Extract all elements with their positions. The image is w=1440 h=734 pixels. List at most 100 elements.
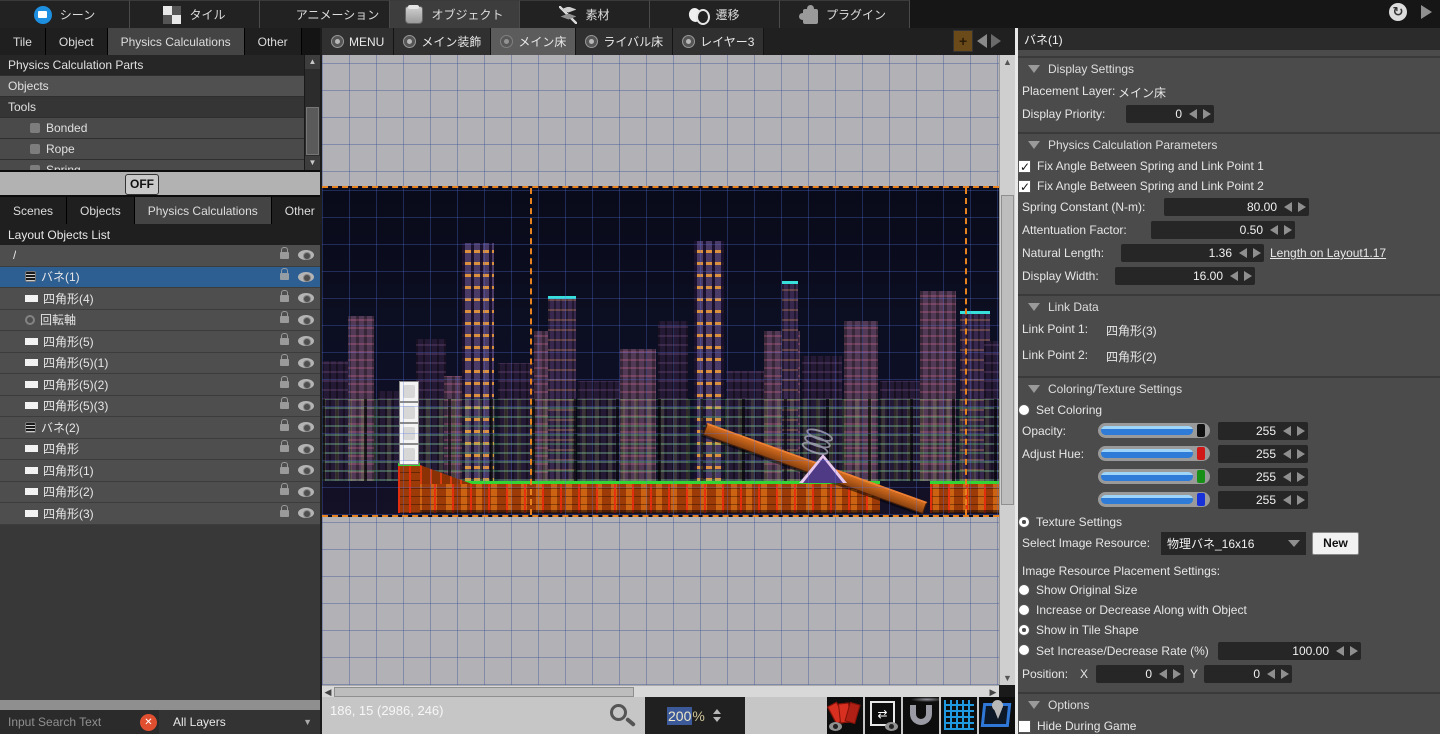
menu-tile[interactable]: タイル bbox=[130, 0, 260, 28]
layer-tab-メイン装飾[interactable]: メイン装飾 bbox=[394, 28, 491, 55]
lock-icon[interactable] bbox=[280, 402, 289, 409]
layout-object-row[interactable]: 四角形(5) bbox=[0, 331, 320, 353]
eye-icon[interactable] bbox=[298, 465, 314, 475]
scroll-up-icon[interactable]: ▲ bbox=[1000, 55, 1015, 69]
attenuation-input[interactable]: 0.50 bbox=[1151, 221, 1295, 239]
lock-icon[interactable] bbox=[280, 445, 289, 452]
menu-animation[interactable]: アニメーション bbox=[260, 0, 390, 28]
hue-input[interactable]: 255 bbox=[1218, 491, 1308, 509]
decrement-icon[interactable] bbox=[1227, 267, 1241, 285]
section-physics-parameters[interactable]: Physics Calculation Parameters bbox=[1018, 132, 1440, 156]
increment-icon[interactable] bbox=[1241, 267, 1255, 285]
radio-selected[interactable] bbox=[1018, 624, 1030, 636]
decrement-icon[interactable] bbox=[1264, 665, 1278, 683]
radio-selected[interactable] bbox=[1018, 516, 1030, 528]
increment-icon[interactable] bbox=[1281, 221, 1295, 239]
layout-object-row[interactable]: バネ(2) bbox=[0, 417, 320, 439]
layout-object-row[interactable]: 四角形(5)(3) bbox=[0, 396, 320, 418]
lock-icon[interactable] bbox=[280, 510, 289, 517]
radio-unselected[interactable] bbox=[1018, 584, 1030, 596]
position-x-input[interactable]: 0 bbox=[1096, 665, 1184, 683]
layer-filter-dropdown[interactable]: All Layers ▼ bbox=[159, 710, 320, 734]
layout-object-row[interactable]: 四角形(4) bbox=[0, 288, 320, 310]
parts-tree-scrollbar[interactable]: ▲ ▼ bbox=[304, 55, 320, 170]
tab-other[interactable]: Other bbox=[245, 28, 302, 55]
tab-physics-calculations[interactable]: Physics Calculations bbox=[135, 197, 272, 224]
texture-settings-row[interactable]: Texture Settings bbox=[1018, 512, 1440, 532]
hide-during-game-row[interactable]: Hide During Game bbox=[1018, 716, 1440, 734]
tree-item[interactable]: Bonded bbox=[0, 118, 304, 139]
increase-with-object-row[interactable]: Increase or Decrease Along with Object bbox=[1018, 600, 1440, 620]
increment-icon[interactable] bbox=[1294, 491, 1308, 509]
image-resource-dropdown[interactable]: 物理バネ_16x16 bbox=[1161, 532, 1306, 555]
decrement-icon[interactable] bbox=[1280, 422, 1294, 440]
spring-constant-input[interactable]: 80.00 bbox=[1164, 198, 1309, 216]
layout-object-row[interactable]: 四角形(5)(2) bbox=[0, 374, 320, 396]
eye-icon[interactable] bbox=[298, 444, 314, 454]
eye-icon[interactable] bbox=[298, 401, 314, 411]
menu-object[interactable]: オブジェクト bbox=[390, 0, 520, 28]
eye-icon[interactable] bbox=[298, 508, 314, 518]
decrement-icon[interactable] bbox=[1333, 642, 1347, 660]
scrollbar-thumb[interactable] bbox=[306, 107, 319, 155]
nav-forward-icon[interactable] bbox=[991, 34, 1001, 48]
lock-icon[interactable] bbox=[280, 295, 289, 302]
scene-bounds[interactable] bbox=[322, 186, 999, 517]
tree-item[interactable]: Physics Calculation Parts bbox=[0, 55, 304, 76]
set-coloring-row[interactable]: Set Coloring bbox=[1018, 400, 1440, 420]
layout-object-row[interactable]: / bbox=[0, 245, 320, 267]
eye-icon[interactable] bbox=[331, 35, 344, 48]
eye-icon[interactable] bbox=[298, 358, 314, 368]
lock-icon[interactable] bbox=[280, 316, 289, 323]
eye-icon[interactable] bbox=[298, 422, 314, 432]
layer-tab-MENU[interactable]: MENU bbox=[322, 28, 394, 55]
menu-transition[interactable]: 遷移 bbox=[650, 0, 780, 28]
section-options[interactable]: Options bbox=[1018, 692, 1440, 716]
section-display-settings[interactable]: Display Settings bbox=[1018, 56, 1440, 80]
add-layer-button[interactable] bbox=[953, 30, 973, 52]
display-priority-input[interactable]: 0 bbox=[1126, 105, 1214, 123]
play-icon[interactable] bbox=[1421, 5, 1432, 19]
increment-icon[interactable] bbox=[1278, 665, 1292, 683]
tab-other[interactable]: Other bbox=[272, 197, 329, 224]
hue-slider[interactable] bbox=[1098, 469, 1210, 484]
eye-icon[interactable] bbox=[403, 35, 416, 48]
hue-slider[interactable] bbox=[1098, 492, 1210, 507]
lock-icon[interactable] bbox=[280, 424, 289, 431]
layout-object-row[interactable]: 回転軸 bbox=[0, 310, 320, 332]
layout-object-row[interactable]: 四角形 bbox=[0, 439, 320, 461]
minimap-button[interactable] bbox=[979, 697, 1015, 734]
new-resource-button[interactable]: New bbox=[1312, 532, 1359, 555]
eye-icon[interactable] bbox=[500, 35, 513, 48]
scroll-down-icon[interactable]: ▼ bbox=[305, 156, 320, 170]
hue-input[interactable]: 255 bbox=[1218, 445, 1308, 463]
checkbox-checked[interactable] bbox=[1018, 180, 1031, 193]
tree-item[interactable]: Tools bbox=[0, 97, 304, 118]
decrement-icon[interactable] bbox=[1267, 221, 1281, 239]
eye-icon[interactable] bbox=[298, 293, 314, 303]
zoom-level-box[interactable]: 200% bbox=[645, 697, 745, 734]
position-y-input[interactable]: 0 bbox=[1204, 665, 1292, 683]
decrement-icon[interactable] bbox=[1280, 445, 1294, 463]
eye-icon[interactable] bbox=[298, 315, 314, 325]
eye-icon[interactable] bbox=[298, 336, 314, 346]
tree-item[interactable]: Spring bbox=[0, 160, 304, 170]
rate-input[interactable]: 100.00 bbox=[1218, 642, 1361, 660]
decrement-icon[interactable] bbox=[1156, 665, 1170, 683]
eye-icon[interactable] bbox=[298, 379, 314, 389]
increment-icon[interactable] bbox=[1294, 445, 1308, 463]
radio-unselected[interactable] bbox=[1018, 404, 1030, 416]
zoom-value[interactable]: 200 bbox=[667, 707, 692, 725]
decrement-icon[interactable] bbox=[1280, 491, 1294, 509]
ground-tiles-left[interactable] bbox=[398, 481, 880, 513]
opacity-input[interactable]: 255 bbox=[1218, 422, 1308, 440]
layout-object-row[interactable]: 四角形(1) bbox=[0, 460, 320, 482]
snap-magnet-button[interactable] bbox=[903, 697, 939, 734]
canvas-horizontal-scrollbar[interactable]: ◀ ▶ bbox=[322, 685, 999, 697]
scene-viewport[interactable] bbox=[322, 55, 999, 685]
layer-tab-レイヤー3[interactable]: レイヤー3 bbox=[673, 28, 764, 55]
checkbox-checked[interactable] bbox=[1018, 160, 1031, 173]
fix-angle-2-row[interactable]: Fix Angle Between Spring and Link Point … bbox=[1018, 176, 1440, 196]
radio-unselected[interactable] bbox=[1018, 604, 1030, 616]
eye-icon[interactable] bbox=[298, 250, 314, 260]
